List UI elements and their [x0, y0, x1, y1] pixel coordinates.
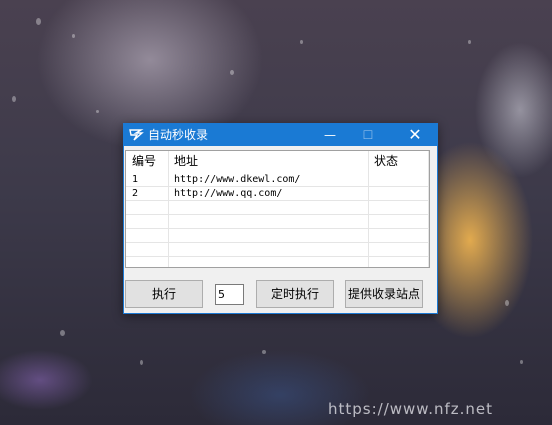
- scheduled-execute-button[interactable]: 定时执行: [256, 280, 334, 308]
- row-divider: [126, 228, 429, 229]
- close-icon[interactable]: ✕: [400, 124, 430, 146]
- column-header-url[interactable]: 地址: [168, 151, 368, 172]
- url-list-table[interactable]: 编号 地址 状态 1 http://www.dkewl.com/ 2 http:…: [125, 150, 430, 268]
- column-divider: [168, 151, 169, 267]
- window-title: 自动秒收录: [148, 128, 209, 142]
- column-header-status[interactable]: 状态: [368, 151, 428, 172]
- row-index: 1: [132, 174, 139, 185]
- watermark-text: https://www.nfz.net: [328, 400, 494, 418]
- minimize-icon[interactable]: —: [315, 124, 345, 146]
- row-url: http://www.dkewl.com/: [174, 174, 301, 185]
- column-divider: [428, 151, 429, 267]
- row-divider: [126, 214, 429, 215]
- app-window: 自动秒收录 — ☐ ✕ 编号 地址 状态 1 http://www.dkewl.…: [123, 123, 438, 314]
- table-header: 编号 地址 状态: [126, 151, 429, 172]
- row-index: 2: [132, 188, 139, 199]
- app-icon: [128, 127, 144, 143]
- execute-button[interactable]: 执行: [125, 280, 203, 308]
- row-divider: [126, 242, 429, 243]
- title-bar[interactable]: 自动秒收录 — ☐ ✕: [124, 124, 437, 146]
- row-divider: [126, 256, 429, 257]
- column-header-index[interactable]: 编号: [126, 151, 168, 172]
- submit-sites-button[interactable]: 提供收录站点: [345, 280, 423, 308]
- column-divider: [368, 151, 369, 267]
- interval-input[interactable]: 5: [215, 284, 244, 305]
- maximize-icon[interactable]: ☐: [353, 124, 383, 146]
- row-url: http://www.qq.com/: [174, 188, 283, 199]
